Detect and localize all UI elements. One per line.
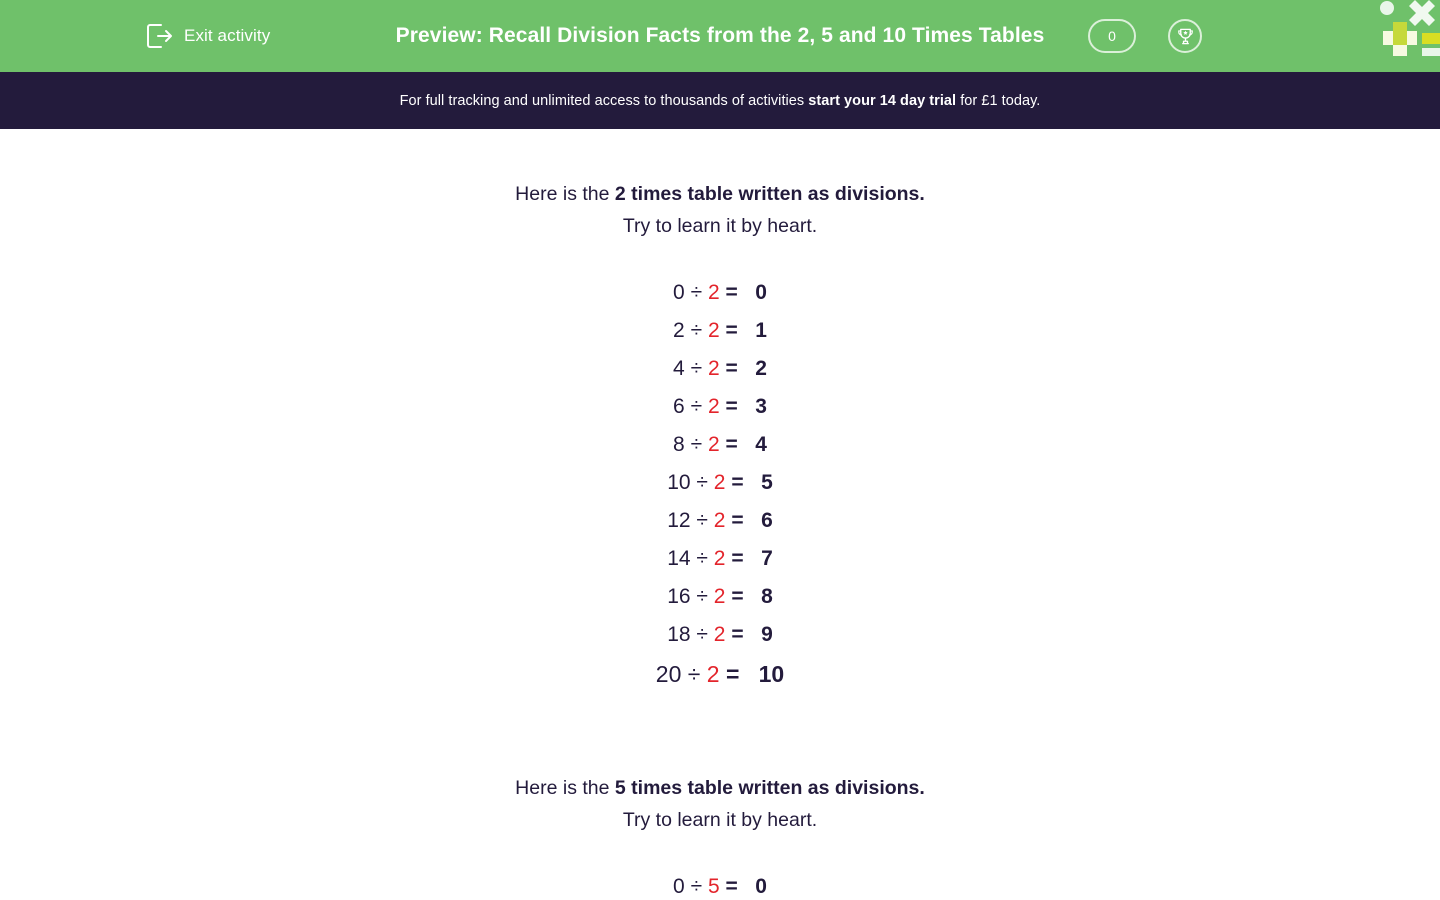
equation-answer: 3	[755, 395, 767, 418]
equals-sign-icon: =	[725, 875, 738, 898]
times-table-section: Here is the 2 times table written as div…	[0, 178, 1440, 694]
division-operator-icon: ÷	[690, 281, 703, 304]
division-operator-icon: ÷	[696, 547, 708, 570]
exit-activity-label: Exit activity	[184, 26, 271, 45]
division-operator-icon: ÷	[696, 623, 708, 646]
section-lead-before: Here is the	[515, 183, 615, 205]
equation-divisor: 2	[713, 471, 726, 494]
equation-divisor: 2	[707, 433, 720, 456]
equation-dividend: 8	[673, 433, 685, 456]
equation-answer: 2	[755, 357, 767, 380]
division-operator-icon: ÷	[690, 875, 703, 898]
equation-divisor: 2	[707, 357, 720, 380]
trophy-button[interactable]	[1168, 19, 1202, 53]
equals-sign-icon: =	[725, 661, 740, 687]
section-lead: Here is the 2 times table written as div…	[0, 178, 1440, 210]
equals-sign-icon: =	[731, 471, 744, 494]
equation-list: 0 ÷ 2 = 02 ÷ 2 = 14 ÷ 2 = 26 ÷ 2 = 38 ÷ …	[0, 274, 1440, 694]
equation-row: 4 ÷ 2 = 2	[673, 350, 767, 388]
division-operator-icon: ÷	[687, 661, 701, 687]
equation-dividend: 14	[667, 547, 691, 570]
equation-row: 0 ÷ 2 = 0	[673, 274, 767, 312]
equation-dividend: 2	[673, 319, 685, 342]
equation-row: 2 ÷ 2 = 1	[673, 312, 767, 350]
equals-sign-icon: =	[731, 623, 744, 646]
app-header: Exit activity Preview: Recall Division F…	[0, 0, 1440, 72]
equation-answer: 8	[761, 585, 773, 608]
activity-content: Here is the 2 times table written as div…	[0, 129, 1440, 900]
equals-sign-icon: =	[725, 357, 738, 380]
division-operator-icon: ÷	[696, 471, 708, 494]
section-lead: Here is the 5 times table written as div…	[0, 772, 1440, 804]
equation-divisor: 2	[707, 319, 720, 342]
equation-dividend: 12	[667, 509, 691, 532]
promo-text-before: For full tracking and unlimited access t…	[399, 92, 809, 109]
equation-dividend: 10	[667, 471, 691, 494]
equals-sign-icon: =	[731, 547, 744, 570]
equation-row: 16 ÷ 2 = 8	[667, 578, 773, 616]
equation-answer: 4	[755, 433, 767, 456]
equation-row: 8 ÷ 2 = 4	[673, 426, 767, 464]
equation-divisor: 2	[713, 547, 726, 570]
equation-answer: 7	[761, 547, 773, 570]
equation-dividend: 18	[667, 623, 691, 646]
equation-answer: 0	[755, 875, 767, 898]
division-operator-icon: ÷	[690, 319, 703, 342]
equation-divisor: 2	[707, 395, 720, 418]
equation-dividend: 4	[673, 357, 685, 380]
equation-answer: 9	[761, 623, 773, 646]
equals-sign-icon: =	[731, 585, 744, 608]
equation-list: 0 ÷ 5 = 05 ÷ 5 = 1	[0, 868, 1440, 900]
equals-sign-icon: =	[725, 281, 738, 304]
equation-row: 0 ÷ 5 = 0	[673, 868, 767, 900]
equation-answer: 10	[758, 661, 785, 687]
equation-dividend: 16	[667, 585, 691, 608]
equation-divisor: 5	[707, 875, 720, 898]
section-lead-sub: Try to learn it by heart.	[622, 809, 818, 831]
equation-row: 10 ÷ 2 = 5	[667, 464, 773, 502]
equation-dividend: 0	[673, 875, 685, 898]
division-operator-icon: ÷	[690, 395, 703, 418]
equation-row: 6 ÷ 2 = 3	[673, 388, 767, 426]
equation-divisor: 2	[713, 509, 726, 532]
division-operator-icon: ÷	[696, 585, 708, 608]
equation-dividend: 20	[655, 661, 682, 687]
trophy-icon	[1176, 27, 1195, 46]
times-table-section: Here is the 5 times table written as div…	[0, 772, 1440, 900]
equals-sign-icon: =	[725, 395, 738, 418]
equation-answer: 1	[755, 319, 767, 342]
equation-divisor: 2	[713, 585, 726, 608]
equals-sign-icon: =	[725, 433, 738, 456]
equation-row: 12 ÷ 2 = 6	[667, 502, 773, 540]
promo-text-bold: start your 14 day trial	[808, 92, 957, 109]
equation-divisor: 2	[706, 661, 720, 687]
division-operator-icon: ÷	[690, 357, 703, 380]
equation-divisor: 2	[713, 623, 726, 646]
equation-row: 20 ÷ 2 = 10	[656, 654, 784, 694]
division-operator-icon: ÷	[696, 509, 708, 532]
logout-arrow-icon	[146, 23, 174, 49]
section-lead-bold: 5 times table written as divisions.	[614, 777, 925, 799]
equation-answer: 5	[761, 471, 773, 494]
division-operator-icon: ÷	[690, 433, 703, 456]
equation-answer: 6	[761, 509, 773, 532]
equation-dividend: 6	[673, 395, 685, 418]
equation-row: 14 ÷ 2 = 7	[667, 540, 773, 578]
equation-row: 18 ÷ 2 = 9	[667, 616, 773, 654]
equation-divisor: 2	[707, 281, 720, 304]
equals-sign-icon: =	[731, 509, 744, 532]
exit-activity-button[interactable]: Exit activity	[146, 0, 270, 72]
section-lead-bold: 2 times table written as divisions.	[614, 183, 925, 205]
score-badge[interactable]: 0	[1088, 19, 1136, 53]
maths-symbols-logo[interactable]	[1360, 0, 1440, 57]
equation-answer: 0	[755, 281, 767, 304]
equation-dividend: 0	[673, 281, 685, 304]
section-lead-before: Here is the	[515, 777, 615, 799]
section-lead-sub: Try to learn it by heart.	[622, 215, 818, 237]
trial-promo-text: For full tracking and unlimited access t…	[400, 93, 1041, 109]
promo-text-after: for £1 today.	[956, 92, 1041, 109]
trial-promo-banner[interactable]: For full tracking and unlimited access t…	[0, 72, 1440, 129]
equals-sign-icon: =	[725, 319, 738, 342]
